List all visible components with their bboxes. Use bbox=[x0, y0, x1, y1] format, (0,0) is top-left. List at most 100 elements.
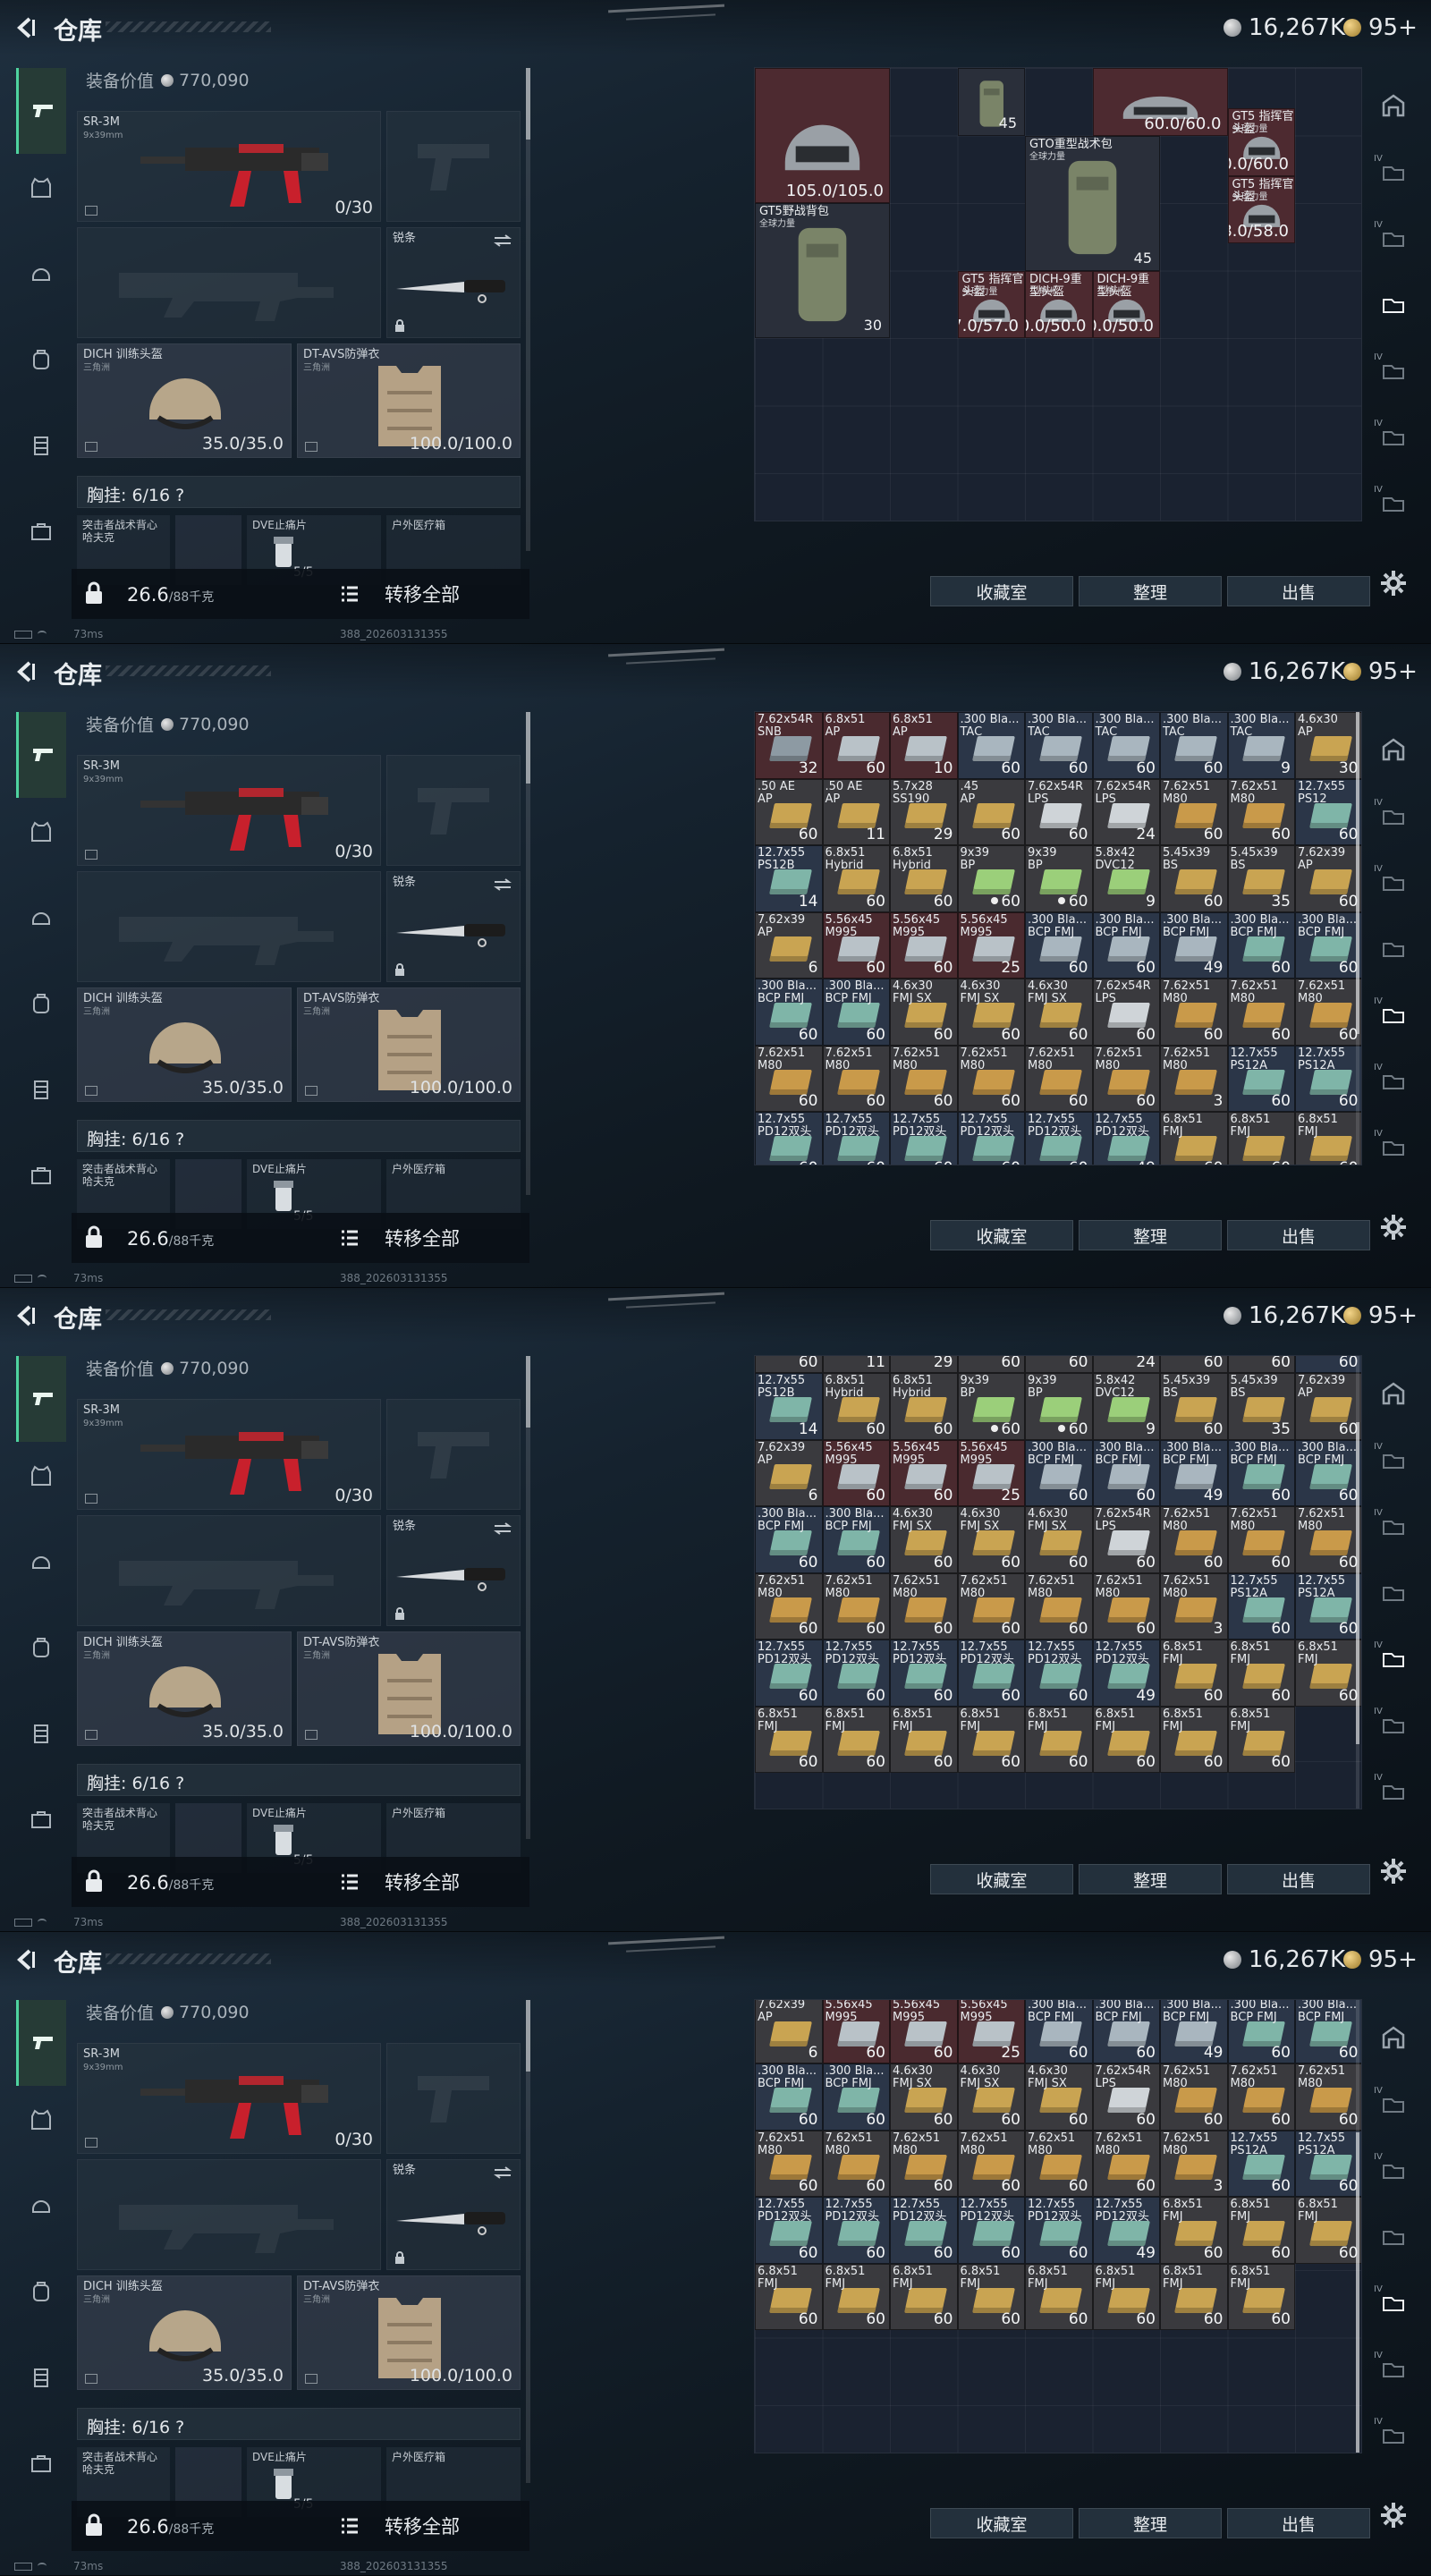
ammo-item[interactable]: .300 Bla... BCP FMJ 60 bbox=[1092, 911, 1160, 979]
stash-gear-item[interactable]: 60.0/60.0 bbox=[1092, 68, 1228, 136]
secondary-weapon-slot[interactable] bbox=[77, 1515, 381, 1626]
ammo-item[interactable]: 7.62x51M80 60 bbox=[1295, 1506, 1361, 1573]
ammo-item[interactable]: 5.56x45 M995 60 bbox=[890, 911, 958, 979]
collection-room-button[interactable]: 收藏室 bbox=[930, 576, 1073, 606]
sidearm-slot[interactable] bbox=[386, 755, 521, 866]
ammo-item[interactable]: 5.7x28SS190 29 bbox=[890, 778, 958, 845]
ammo-item[interactable]: 7.62x54RLPS 60 bbox=[1025, 778, 1093, 845]
ammo-item[interactable]: 7.62x39 AP 6 bbox=[755, 2000, 823, 2063]
nav-tab-helmet[interactable] bbox=[20, 252, 63, 295]
ammo-item[interactable]: .300 Bla... BCP FMJ 49 bbox=[1160, 1439, 1228, 1506]
ammo-item[interactable]: .300 Bla... BCP FMJ 60 bbox=[755, 979, 823, 1046]
transfer-all-button[interactable]: 转移全部 bbox=[385, 1224, 460, 1251]
storage-tab-4[interactable] bbox=[1374, 284, 1413, 324]
ammo-item[interactable]: .300 Bla... BCP FMJ 60 bbox=[1295, 1439, 1361, 1506]
ammo-item[interactable]: .50 AEAP 60 bbox=[755, 778, 823, 845]
ammo-item[interactable]: 7.62x51M80 60 bbox=[1227, 979, 1295, 1046]
nav-tab-weapons[interactable] bbox=[16, 68, 66, 154]
ammo-item[interactable]: 7.62x51M80 60 bbox=[1160, 2063, 1228, 2131]
ammo-item[interactable]: 7.62x51M80 60 bbox=[1160, 979, 1228, 1046]
ammo-item[interactable]: 12.7x55PD12双头 60 bbox=[755, 1112, 823, 1165]
ammo-item[interactable]: 6.8x51FMJ 60 bbox=[1295, 1112, 1361, 1165]
stash-scrollbar[interactable] bbox=[1356, 2000, 1359, 2453]
ammo-item[interactable]: 12.7x55 PS12A 60 bbox=[1295, 1045, 1361, 1112]
ammo-item[interactable]: 6.8x51 AP 10 bbox=[890, 712, 958, 779]
list-icon[interactable] bbox=[340, 2517, 360, 2535]
ammo-item[interactable]: 6.8x51FMJ 60 bbox=[1092, 1706, 1160, 1773]
ammo-item[interactable]: 6.8x51 Hybrid 60 bbox=[890, 1373, 958, 1440]
storage-tab-5[interactable]: IV bbox=[1374, 995, 1413, 1034]
ammo-item[interactable]: 7.62x39 AP 60 bbox=[1295, 1373, 1361, 1440]
melee-slot[interactable]: 锐条 bbox=[386, 871, 521, 982]
ammo-item[interactable]: 7.62x51 M80 3 bbox=[1160, 1045, 1228, 1112]
ammo-item[interactable]: 12.7x55PD12双头 60 bbox=[1025, 2197, 1093, 2264]
storage-tab-5[interactable]: IV bbox=[1374, 2283, 1413, 2322]
ammo-item[interactable]: .300 Bla... BCP FMJ 60 bbox=[822, 2063, 890, 2131]
nav-tab-backpack[interactable] bbox=[20, 1626, 63, 1669]
ammo-item[interactable]: 12.7x55PD12双头 60 bbox=[755, 1640, 823, 1707]
ammo-item[interactable]: 6.8x51 Hybrid 60 bbox=[822, 845, 890, 912]
storage-tab-home[interactable] bbox=[1374, 2018, 1413, 2057]
nav-tab-helmet[interactable] bbox=[20, 1540, 63, 1583]
ammo-item[interactable]: 5.56x45 M995 60 bbox=[890, 2000, 958, 2063]
storage-tab-3[interactable]: IV bbox=[1374, 862, 1413, 902]
scrollbar-thumb[interactable] bbox=[526, 2000, 530, 2072]
ammo-item[interactable]: 12.7x55 PS12A 60 bbox=[1227, 1045, 1295, 1112]
chest-rig-row[interactable]: 胸挂: 6/16 ? bbox=[77, 1764, 521, 1796]
storage-tab-7[interactable]: IV bbox=[1374, 483, 1413, 522]
storage-tab-2[interactable]: IV bbox=[1374, 2084, 1413, 2123]
storage-tab-3[interactable]: IV bbox=[1374, 1506, 1413, 1546]
ammo-item[interactable]: 12.7x55PD12双头 60 bbox=[755, 2197, 823, 2264]
ammo-item[interactable]: 6.8x51FMJ 60 bbox=[1227, 2263, 1295, 2330]
ammo-item[interactable]: 5.56x45 M995 60 bbox=[822, 2000, 890, 2063]
ammo-item[interactable]: 12.7x55PD12双头 49 bbox=[1092, 1640, 1160, 1707]
ammo-item[interactable]: .300 Bla... BCP FMJ 60 bbox=[1025, 2000, 1093, 2063]
ammo-item[interactable]: 4.6x30 FMJ SX 60 bbox=[957, 1506, 1025, 1573]
chest-rig-row[interactable]: 胸挂: 6/16 ? bbox=[77, 476, 521, 508]
armor-slot[interactable]: DT-AVS防弹衣 三角洲 100.0/100.0 bbox=[297, 343, 521, 458]
silver-currency[interactable]: 16,267K bbox=[1224, 14, 1345, 41]
ammo-item[interactable]: 6.8x51FMJ 60 bbox=[1227, 1640, 1295, 1707]
nav-tab-case[interactable] bbox=[20, 1798, 63, 1841]
ammo-item[interactable]: 7.62x51M80 60 bbox=[957, 2130, 1025, 2197]
storage-tab-home[interactable] bbox=[1374, 86, 1413, 125]
gold-currency[interactable]: 95+ bbox=[1343, 658, 1418, 685]
ammo-item[interactable]: 7.62x54RLPS 60 bbox=[1092, 2063, 1160, 2131]
stash-gear-item[interactable]: GT5 指挥官头盔全球力量60.0/60.0 bbox=[1227, 108, 1295, 176]
ammo-item[interactable]: 7.62x51M80 60 bbox=[1227, 1506, 1295, 1573]
chest-rig-row[interactable]: 胸挂: 6/16 ? bbox=[77, 2408, 521, 2440]
ammo-item[interactable]: 5.8x42 DVC12 9 bbox=[1092, 1373, 1160, 1440]
ammo-item[interactable]: 6.8x51FMJ 60 bbox=[1160, 2263, 1228, 2330]
ammo-item[interactable]: 9x39 BP 60 bbox=[957, 845, 1025, 912]
nav-tab-weapons[interactable] bbox=[16, 712, 66, 798]
loadout-scrollbar[interactable] bbox=[526, 68, 530, 551]
ammo-item[interactable]: 12.7x55PD12双头 60 bbox=[822, 2197, 890, 2264]
helmet-slot[interactable]: DICH 训练头盔 三角洲 35.0/35.0 bbox=[77, 2275, 292, 2390]
nav-tab-case[interactable] bbox=[20, 1154, 63, 1197]
settings-gear-icon[interactable] bbox=[1379, 1857, 1408, 1885]
loadout-scrollbar[interactable] bbox=[526, 1356, 530, 1839]
ammo-item[interactable]: 7.62x54RLPS 60 bbox=[1092, 1506, 1160, 1573]
sidearm-slot[interactable] bbox=[386, 2043, 521, 2154]
lock-icon[interactable] bbox=[84, 581, 104, 605]
ammo-item[interactable]: 6.8x51FMJ 60 bbox=[1160, 1640, 1228, 1707]
stash-gear-item[interactable]: GT5野战背包 全球力量 30 bbox=[755, 203, 890, 338]
ammo-item[interactable]: 6.8x51FMJ 60 bbox=[755, 1706, 823, 1773]
sidearm-slot[interactable] bbox=[386, 1399, 521, 1510]
loadout-scrollbar[interactable] bbox=[526, 2000, 530, 2483]
ammo-item[interactable]: 4.6x30 FMJ SX 60 bbox=[957, 979, 1025, 1046]
ammo-item[interactable]: 7.62x51 M80 3 bbox=[1160, 1572, 1228, 1640]
ammo-item[interactable]: .300 Bla... TAC 9 bbox=[1227, 712, 1295, 779]
storage-tab-2[interactable]: IV bbox=[1374, 1440, 1413, 1479]
stash-gear-item[interactable]: 105.0/105.0 bbox=[755, 68, 890, 203]
sort-button[interactable]: 整理 bbox=[1079, 2508, 1222, 2538]
storage-tab-4[interactable] bbox=[1374, 928, 1413, 968]
lock-icon[interactable] bbox=[84, 1869, 104, 1893]
ammo-item[interactable]: 7.62x51M80 60 bbox=[1025, 1045, 1093, 1112]
primary-weapon-slot[interactable]: SR-3M 9x39mm 0/30 bbox=[77, 2043, 381, 2154]
ammo-item[interactable]: 12.7x55PD12双头 60 bbox=[1025, 1112, 1093, 1165]
ammo-item[interactable]: 12.7x55PD12双头 60 bbox=[957, 1112, 1025, 1165]
ammo-item[interactable]: 7.62x51M80 60 bbox=[1295, 979, 1361, 1046]
back-button[interactable] bbox=[13, 1302, 39, 1329]
swap-icon[interactable] bbox=[493, 877, 512, 892]
